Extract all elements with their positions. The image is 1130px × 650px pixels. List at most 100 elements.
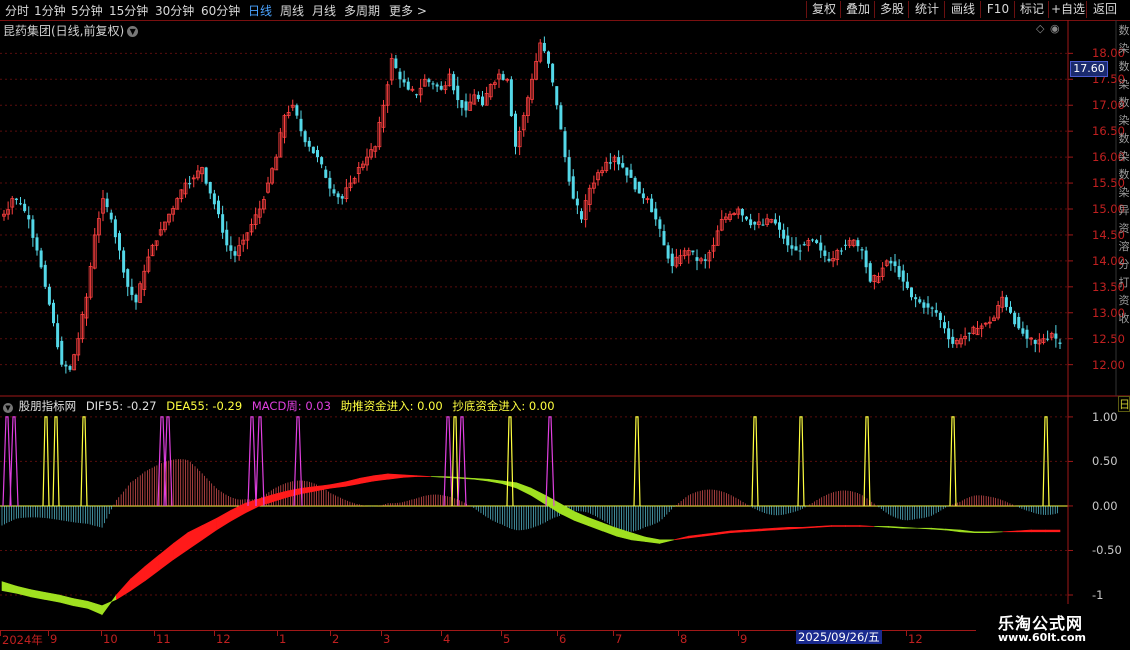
dif-dea-band <box>430 476 446 478</box>
candle-body <box>431 83 435 85</box>
indicator-name[interactable]: 股朋指标网 <box>19 399 77 413</box>
candle-body <box>435 84 439 87</box>
x-axis-label: 11 <box>156 632 171 646</box>
candle-body <box>889 260 893 264</box>
candle-body <box>1054 333 1058 339</box>
candle-body <box>105 198 109 208</box>
x-axis-tick <box>277 631 278 636</box>
dif-dea-band <box>874 526 889 528</box>
dif-dea-band <box>1031 529 1047 533</box>
chevron-down-icon[interactable]: ▼ <box>127 26 139 37</box>
x-axis-tick <box>678 631 679 636</box>
candle-body <box>328 177 332 189</box>
candle-body <box>625 167 629 176</box>
candle-body <box>893 261 897 267</box>
right-strip-glyph: 数 <box>1118 24 1130 37</box>
watermark-url: www.60lt.com <box>998 631 1087 644</box>
candle-body <box>798 250 802 252</box>
dif-dea-band <box>344 477 360 487</box>
right-strip: 数染数染数染数染数染异资溶分打资收 <box>1118 22 1130 392</box>
candle-body <box>811 239 814 241</box>
dif-dea-band <box>459 477 475 480</box>
x-axis-tick <box>154 631 155 636</box>
indicator-menu-icon[interactable]: ▼ <box>3 403 13 413</box>
right-strip-glyph: 资 <box>1118 294 1130 307</box>
x-axis-label: 2024年 <box>2 633 43 647</box>
candle-body <box>402 79 406 83</box>
dif-dea-band <box>859 525 875 527</box>
dif-dea-band <box>659 539 675 544</box>
x-axis-tick <box>738 631 739 636</box>
dif-dea-band <box>1002 530 1018 533</box>
candle-body <box>864 250 868 268</box>
right-strip-glyph: 染 <box>1118 150 1130 163</box>
indicator-tick-label: -0.50 <box>1092 543 1122 558</box>
candle-body <box>860 249 864 251</box>
x-axis-tick <box>501 631 502 636</box>
dif-dea-band <box>473 478 489 482</box>
candle-body <box>905 281 909 289</box>
candle-body <box>514 113 517 147</box>
push-fund-value: 助推资金进入: 0.00 <box>340 399 443 413</box>
x-axis-tick <box>101 631 102 636</box>
candle-body <box>1013 312 1017 325</box>
candle-body <box>1021 328 1025 334</box>
dif-dea-band <box>373 473 389 482</box>
dif-dea-band <box>73 598 89 609</box>
candle-body <box>340 196 344 199</box>
chart-title[interactable]: 昆药集团(日线,前复权) ▼ <box>3 22 139 39</box>
candle-body <box>43 264 47 287</box>
candle-body <box>229 245 233 251</box>
indicator-corner-glyph[interactable]: 日 <box>1118 396 1130 412</box>
candle-body <box>311 146 315 154</box>
candle-body <box>778 222 781 230</box>
candle-body <box>415 94 418 96</box>
dif-dea-band <box>830 525 846 527</box>
candle-body <box>464 101 468 111</box>
chart-canvas[interactable] <box>0 0 1130 650</box>
dif-dea-band <box>1045 529 1061 533</box>
right-strip-glyph: 打 <box>1118 276 1130 289</box>
right-strip-glyph: 溶 <box>1118 240 1130 253</box>
dif-dea-band <box>44 591 60 603</box>
candle-body <box>208 181 212 194</box>
candle-body <box>221 214 225 233</box>
x-axis-tick <box>557 631 558 636</box>
x-axis-label: 2 <box>332 632 340 646</box>
dif-dea-band <box>359 475 375 485</box>
candle-body <box>542 42 546 52</box>
dif-dea-band <box>58 594 74 607</box>
right-strip-glyph: 染 <box>1118 186 1130 199</box>
candle-body <box>575 198 579 206</box>
dif-dea-band <box>15 585 31 598</box>
dif-dea-band <box>759 527 775 532</box>
x-axis-label: 7 <box>615 632 623 646</box>
dif-dea-band <box>530 487 546 505</box>
candle-body <box>856 240 860 247</box>
indicator-title: ▼ 股朋指标网 DIF55: -0.27 DEA55: -0.29 MACD周:… <box>3 398 561 414</box>
candle-body <box>1017 316 1021 329</box>
candle-body <box>930 307 934 309</box>
diamond-icon[interactable]: ◇ <box>1036 22 1044 35</box>
dif-dea-band <box>330 481 346 489</box>
dif-dea-band <box>416 475 431 477</box>
x-axis-label: 5 <box>503 632 511 646</box>
candle-body <box>452 74 456 91</box>
candle-body <box>901 270 905 282</box>
dif-dea-band <box>573 510 589 526</box>
candle-body <box>126 269 130 287</box>
dropdown-icon[interactable]: ◉ <box>1050 22 1060 35</box>
candle-body <box>567 157 571 182</box>
candle-body <box>398 71 402 80</box>
dif-dea-band <box>773 527 789 531</box>
dif-dea-band <box>158 542 174 571</box>
dif-dea-band <box>945 528 961 533</box>
dif-dea-band <box>130 565 146 592</box>
candle-body <box>109 212 113 220</box>
x-axis-tick <box>613 631 614 636</box>
date-highlight: 2025/09/26/五 <box>796 630 882 644</box>
signal-spike <box>9 416 19 506</box>
candle-body <box>130 286 134 295</box>
candle-body <box>501 74 505 80</box>
candle-body <box>918 299 922 303</box>
